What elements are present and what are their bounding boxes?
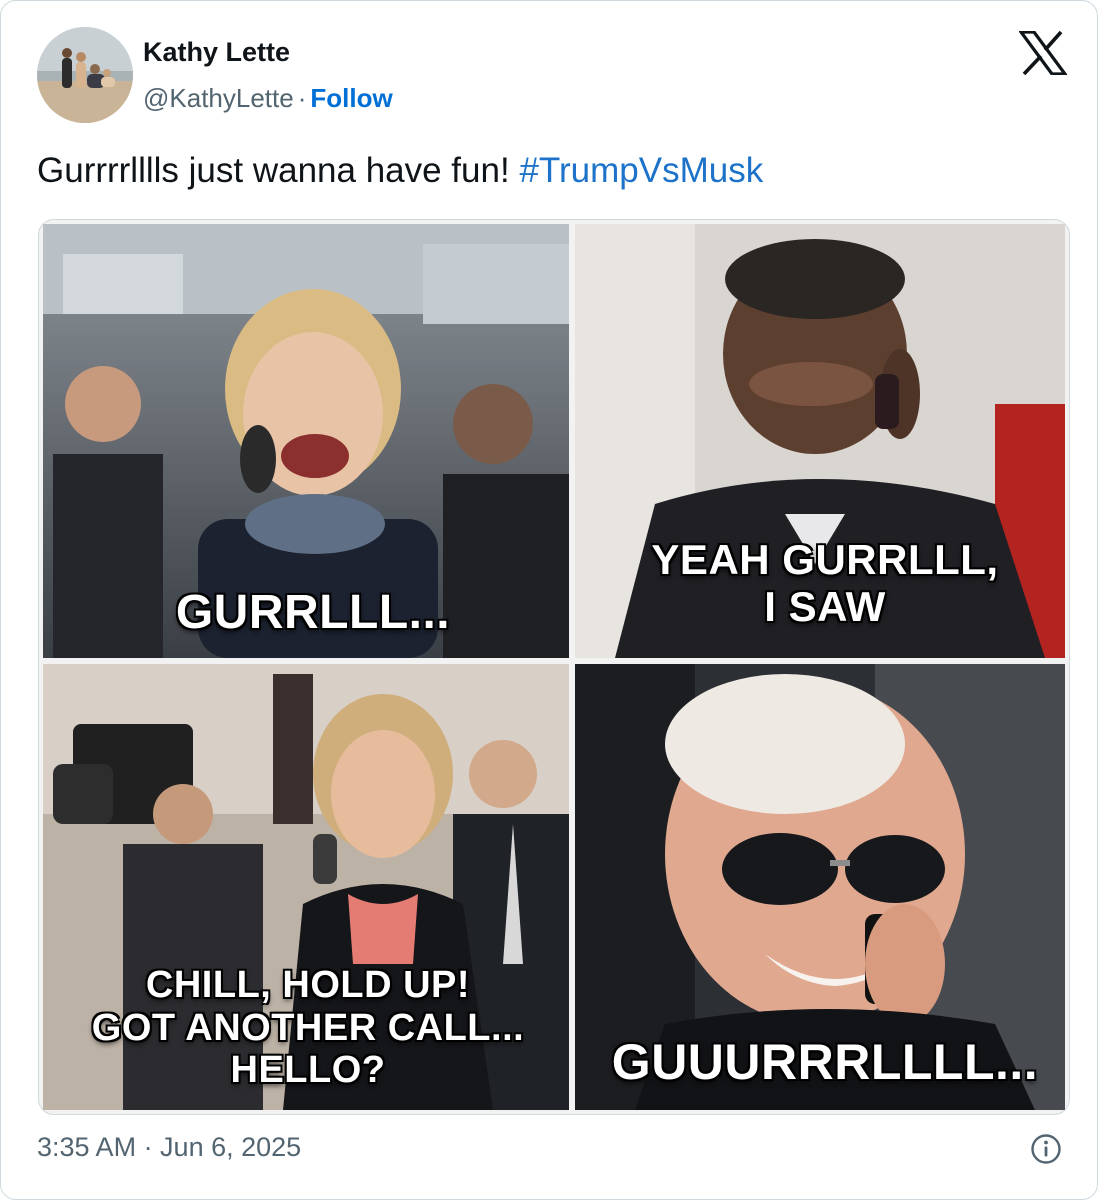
author-name[interactable]: Kathy Lette — [143, 37, 290, 68]
caption-panel-1: GURRLLL... — [143, 586, 483, 640]
separator-dot: · — [297, 83, 307, 113]
caption-line: YEAH GURRLLL, — [651, 536, 999, 583]
tweet-text: Gurrrrlllls just wanna have fun! #TrumpV… — [37, 151, 763, 191]
meme-panel-1: GURRLLL... — [43, 224, 569, 658]
caption-panel-3: CHILL, HOLD UP! GOT ANOTHER CALL... HELL… — [63, 964, 553, 1092]
caption-line: CHILL, HOLD UP! — [145, 964, 471, 1006]
meme-panel-3: CHILL, HOLD UP! GOT ANOTHER CALL... HELL… — [43, 664, 569, 1110]
caption-line: GOT ANOTHER CALL... — [91, 1006, 525, 1049]
tweet-media[interactable]: GURRLLL... YEAH GURRLLL, I SAW CHILL, HO… — [38, 219, 1070, 1115]
info-icon[interactable] — [1030, 1133, 1062, 1165]
meme-panel-2: YEAH GURRLLL, I SAW — [575, 224, 1065, 658]
meme-panel-4: GUUURRRLLLL... — [575, 664, 1065, 1110]
tweet-timestamp[interactable]: 3:35 AM · Jun 6, 2025 — [37, 1132, 301, 1163]
author-handle[interactable]: @KathyLette — [143, 83, 294, 113]
caption-line: GURRLLL... — [175, 586, 451, 639]
follow-link[interactable]: Follow — [310, 83, 392, 113]
caption-panel-4: GUUURRRLLLL... — [585, 1034, 1065, 1090]
hashtag-link[interactable]: #TrumpVsMusk — [519, 151, 763, 190]
caption-line: HELLO? — [230, 1049, 386, 1092]
tweet-card: Kathy Lette @KathyLette · Follow Gurrrrlll… — [0, 0, 1098, 1200]
caption-panel-2: YEAH GURRLLL, I SAW — [635, 536, 1015, 630]
caption-line: GUUURRRLLLL... — [611, 1034, 1039, 1090]
x-logo-icon[interactable] — [1017, 30, 1069, 76]
tweet-body: Gurrrrlllls just wanna have fun! — [37, 151, 510, 190]
caption-line: I SAW — [764, 583, 886, 631]
author-handle-row: @KathyLette · Follow — [143, 83, 393, 114]
author-avatar[interactable] — [37, 27, 133, 123]
